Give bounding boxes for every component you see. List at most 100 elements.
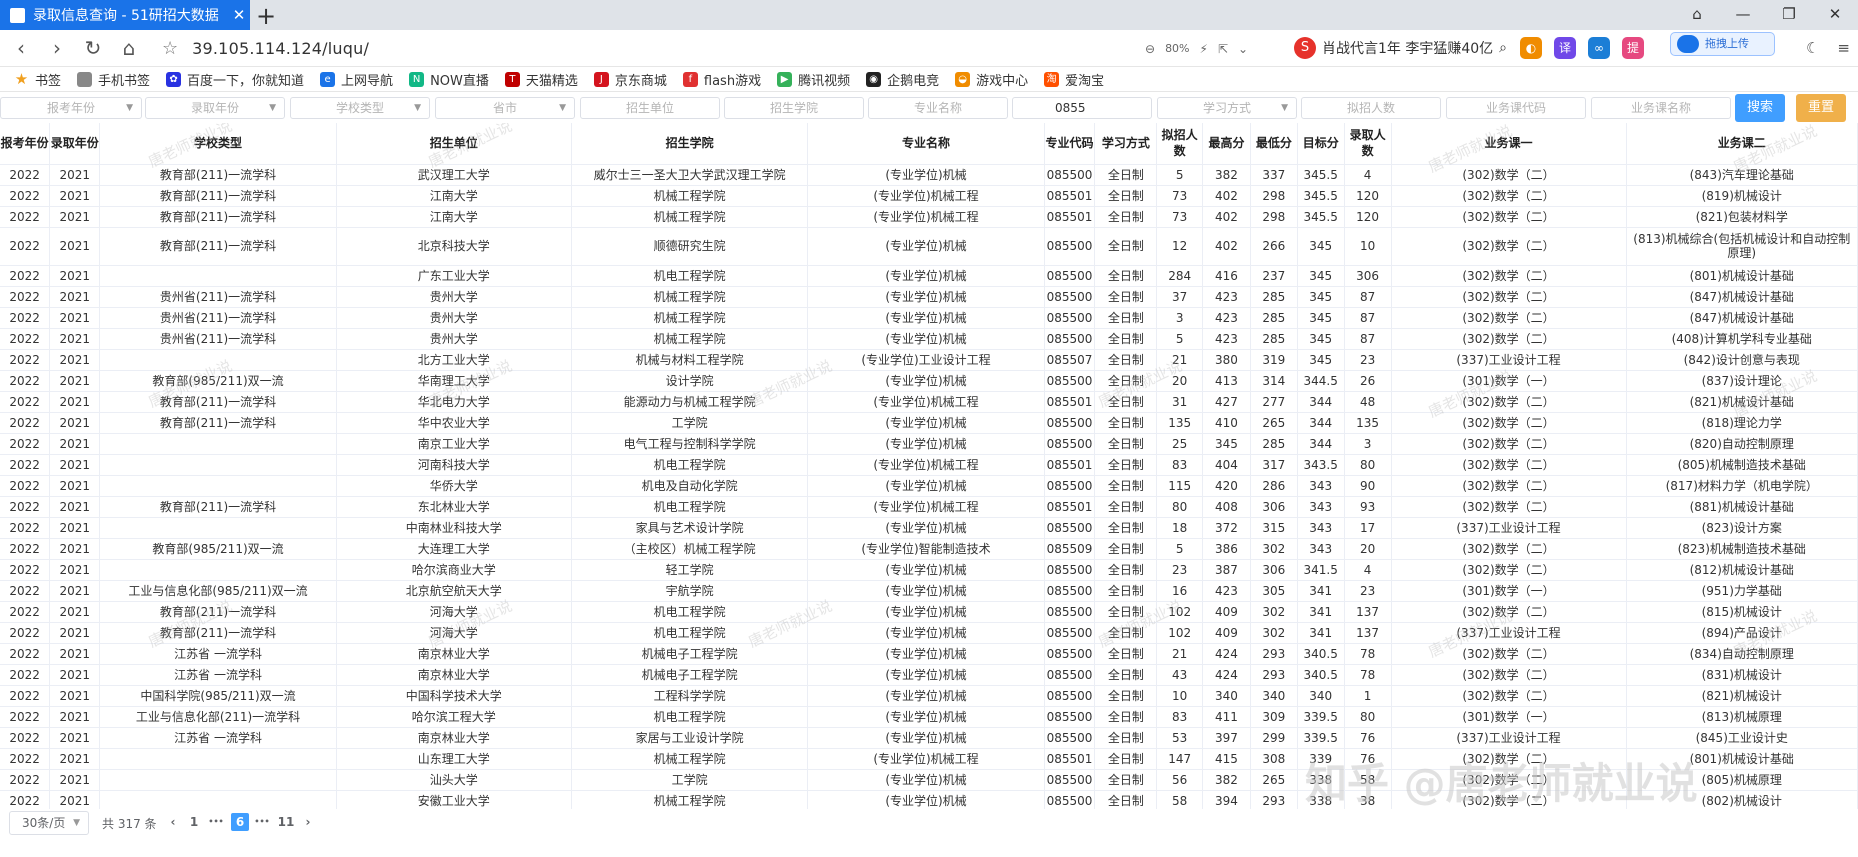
reload-icon[interactable]: ↻ xyxy=(78,36,108,60)
dark-mode-icon[interactable]: ☾ xyxy=(1806,39,1819,57)
column-header[interactable]: 学习方式 xyxy=(1094,123,1158,165)
table-row[interactable]: 2022 2021 教育部(211)一流学科 河海大学 机电工程学院 (专业学位)机械 08… xyxy=(0,601,1858,623)
browser-tab[interactable]: 录取信息查询 - 51研招大数据 ✕ xyxy=(0,0,250,30)
table-row[interactable]: 2022 2021 江苏省 一流学科 南京林业大学 家居与工业设计学院 (专业学位)机械 0… xyxy=(0,727,1858,749)
page-size-select[interactable]: 30条/页 ▼ xyxy=(9,811,89,835)
column-header[interactable]: 专业代码 xyxy=(1044,123,1096,165)
column-header[interactable]: 目标分 xyxy=(1297,123,1345,165)
column-header[interactable]: 最低分 xyxy=(1250,123,1298,165)
filter-year-apply[interactable]: 报考年份 ▼ xyxy=(0,97,142,119)
column-header[interactable]: 招生单位 xyxy=(336,123,572,165)
bookmark-item[interactable]: ▶ 腾讯视频 xyxy=(777,70,850,89)
share-icon[interactable]: ⇱ xyxy=(1218,42,1228,56)
column-header[interactable]: 拟招人数 xyxy=(1156,123,1204,165)
zoom-level[interactable]: 80% xyxy=(1165,42,1189,55)
filter-unit[interactable]: 招生单位 xyxy=(580,97,720,119)
lightning-icon[interactable]: ⚡ xyxy=(1200,42,1208,56)
close-window-icon[interactable]: ✕ xyxy=(1812,0,1858,30)
bookmark-item[interactable]: 手机书签 xyxy=(77,70,150,89)
bookmark-item[interactable]: ★ 书签 xyxy=(14,70,61,89)
column-header[interactable]: 业务课二 xyxy=(1626,123,1858,165)
column-header[interactable]: 录取年份 xyxy=(49,123,101,165)
table-row[interactable]: 2022 2021 教育部(985/211)双一流 大连理工大学 （主校区）机械工程学院… xyxy=(0,538,1858,560)
table-row[interactable]: 2022 2021 南京工业大学 电气工程与控制科学学院 (专业学位)机械 085500 全… xyxy=(0,433,1858,455)
page-1-button[interactable]: 1 xyxy=(185,813,203,831)
maximize-icon[interactable]: ❐ xyxy=(1766,0,1812,30)
column-header[interactable]: 业务课一 xyxy=(1391,123,1627,165)
filter-province[interactable]: 省市 ▼ xyxy=(435,97,575,119)
forward-icon[interactable]: › xyxy=(42,36,72,60)
minimize-icon[interactable]: — xyxy=(1720,0,1766,30)
tab-close-icon[interactable]: ✕ xyxy=(228,6,250,24)
bookmark-item[interactable]: ◉ 企鹅电竞 xyxy=(866,70,939,89)
infinity-extension-icon[interactable]: ∞ xyxy=(1588,37,1610,59)
bookmark-item[interactable]: ✿ 百度一下，你就知道 xyxy=(166,70,304,89)
table-row[interactable]: 2022 2021 教育部(211)一流学科 华中农业大学 工学院 (专业学位)机械 085… xyxy=(0,412,1858,434)
back-icon[interactable]: ‹ xyxy=(6,36,36,60)
table-row[interactable]: 2022 2021 教育部(211)一流学科 江南大学 机械工程学院 (专业学位)机械工程… xyxy=(0,185,1858,207)
bookmark-item[interactable]: ◒ 游戏中心 xyxy=(955,70,1028,89)
home-icon[interactable]: ⌂ xyxy=(114,36,144,60)
filter-major-name[interactable]: 专业名称 xyxy=(868,97,1008,119)
dropdown-chevron-icon[interactable]: ⌄ xyxy=(1238,42,1248,56)
filter-plan[interactable]: 拟招人数 xyxy=(1301,97,1441,119)
column-header[interactable]: 最高分 xyxy=(1202,123,1251,165)
address-bar[interactable]: 39.105.114.124/luqu/ xyxy=(192,39,369,58)
filter-college[interactable]: 招生学院 xyxy=(724,97,864,119)
new-tab-button[interactable]: + xyxy=(256,2,276,30)
translate-extension-icon[interactable]: 译 xyxy=(1554,37,1576,59)
menu-icon[interactable]: ≡ xyxy=(1837,39,1850,57)
filter-course-code[interactable]: 业务课代码 xyxy=(1446,97,1586,119)
table-row[interactable]: 2022 2021 北方工业大学 机械与材料工程学院 (专业学位)工业设计工程 08550… xyxy=(0,349,1858,371)
bookmark-item[interactable]: f flash游戏 xyxy=(682,70,761,89)
search-button[interactable]: 搜索 xyxy=(1735,94,1785,122)
next-page-button[interactable]: › xyxy=(299,813,317,831)
zoom-icon[interactable]: ⊖ xyxy=(1145,42,1155,56)
table-row[interactable]: 2022 2021 教育部(211)一流学科 东北林业大学 机电工程学院 (专业学位)机械… xyxy=(0,496,1858,518)
table-row[interactable]: 2022 2021 贵州省(211)一流学科 贵州大学 机械工程学院 (专业学位)机械 08… xyxy=(0,286,1858,308)
filter-year-admit[interactable]: 录取年份 ▼ xyxy=(145,97,285,119)
table-row[interactable]: 2022 2021 贵州省(211)一流学科 贵州大学 机械工程学院 (专业学位)机械 08… xyxy=(0,307,1858,329)
note-extension-icon[interactable]: 提 xyxy=(1622,37,1644,59)
table-row[interactable]: 2022 2021 中南林业科技大学 家具与艺术设计学院 (专业学位)机械 085500 全… xyxy=(0,517,1858,539)
table-row[interactable]: 2022 2021 教育部(211)一流学科 北京科技大学 顺德研究生院 (专业学位)机械… xyxy=(0,227,1858,266)
column-header[interactable]: 专业名称 xyxy=(807,123,1045,165)
table-row[interactable]: 2022 2021 河南科技大学 机电工程学院 (专业学位)机械工程 085501 全日制 8… xyxy=(0,454,1858,476)
column-header[interactable]: 录取人数 xyxy=(1344,123,1392,165)
bookmark-item[interactable]: J 京东商城 xyxy=(593,70,667,89)
reset-button[interactable]: 重置 xyxy=(1796,94,1846,122)
column-header[interactable]: 学校类型 xyxy=(99,123,337,165)
pin-icon[interactable]: ⌂ xyxy=(1674,0,1720,30)
table-row[interactable]: 2022 2021 广东工业大学 机电工程学院 (专业学位)机械 085500 全日制 284… xyxy=(0,265,1858,287)
column-header[interactable]: 招生学院 xyxy=(571,123,809,165)
table-row[interactable]: 2022 2021 教育部(211)一流学科 华北电力大学 能源动力与机械工程学院 (专业… xyxy=(0,391,1858,413)
table-row[interactable]: 2022 2021 华侨大学 机电及自动化学院 (专业学位)机械 085500 全日制 115… xyxy=(0,475,1858,497)
table-row[interactable]: 2022 2021 工业与信息化部(985/211)双一流 北京航空航天大学 宇航学院(… xyxy=(0,580,1858,602)
table-row[interactable]: 2022 2021 江苏省 一流学科 南京林业大学 机械电子工程学院 (专业学位)机械 08… xyxy=(0,643,1858,665)
table-row[interactable]: 2022 2021 教育部(211)一流学科 江南大学 机械工程学院 (专业学位)机械工程… xyxy=(0,206,1858,228)
drag-upload-button[interactable]: 拖拽上传 xyxy=(1670,32,1775,56)
table-row[interactable]: 2022 2021 汕头大学 工学院 (专业学位)机械 085500 全日制 56 382 265… xyxy=(0,769,1858,791)
table-row[interactable]: 2022 2021 江苏省 一流学科 南京林业大学 机械电子工程学院 (专业学位)机械 08… xyxy=(0,664,1858,686)
game-extension-icon[interactable]: ◐ xyxy=(1520,37,1542,59)
bookmark-item[interactable]: T 天猫精选 xyxy=(504,70,578,89)
bookmark-star-icon[interactable]: ☆ xyxy=(162,38,178,59)
search-icon[interactable]: ⌕ xyxy=(1499,40,1507,56)
page-last-button[interactable]: 11 xyxy=(277,813,295,831)
table-row[interactable]: 2022 2021 安徽工业大学 机械工程学院 (专业学位)机械 085500 全日制 58 3… xyxy=(0,790,1858,809)
bookmark-item[interactable]: e 上网导航 xyxy=(320,70,393,89)
table-row[interactable]: 2022 2021 中国科学院(985/211)双一流 中国科学技术大学 工程科学学院(… xyxy=(0,685,1858,707)
prev-page-button[interactable]: ‹ xyxy=(164,813,182,831)
filter-school-type[interactable]: 学校类型 ▼ xyxy=(290,97,430,119)
table-row[interactable]: 2022 2021 工业与信息化部(211)一流学科 哈尔滨工程大学 机电工程学院 (专业… xyxy=(0,706,1858,728)
page-ellipsis-left[interactable]: ••• xyxy=(207,813,225,831)
filter-course-name[interactable]: 业务课名称 xyxy=(1591,97,1731,119)
bookmark-item[interactable]: 淘爱淘宝 xyxy=(1044,70,1104,89)
search-news[interactable]: S 肖战代言1年 李宇猛赚40亿 ⌕ xyxy=(1294,37,1507,59)
table-row[interactable]: 2022 2021 教育部(211)一流学科 武汉理工大学 威尔士三一圣大卫大学武汉理工… xyxy=(0,164,1858,186)
filter-major-code[interactable]: 0855 xyxy=(1012,97,1152,119)
bookmark-item[interactable]: N NOW直播 xyxy=(409,70,489,89)
filter-study-mode[interactable]: 学习方式 ▼ xyxy=(1157,97,1297,119)
table-row[interactable]: 2022 2021 山东理工大学 机械工程学院 (专业学位)机械工程 085501 全日制 1… xyxy=(0,748,1858,770)
table-row[interactable]: 2022 2021 哈尔滨商业大学 轻工学院 (专业学位)机械 085500 全日制 23 38… xyxy=(0,559,1858,581)
